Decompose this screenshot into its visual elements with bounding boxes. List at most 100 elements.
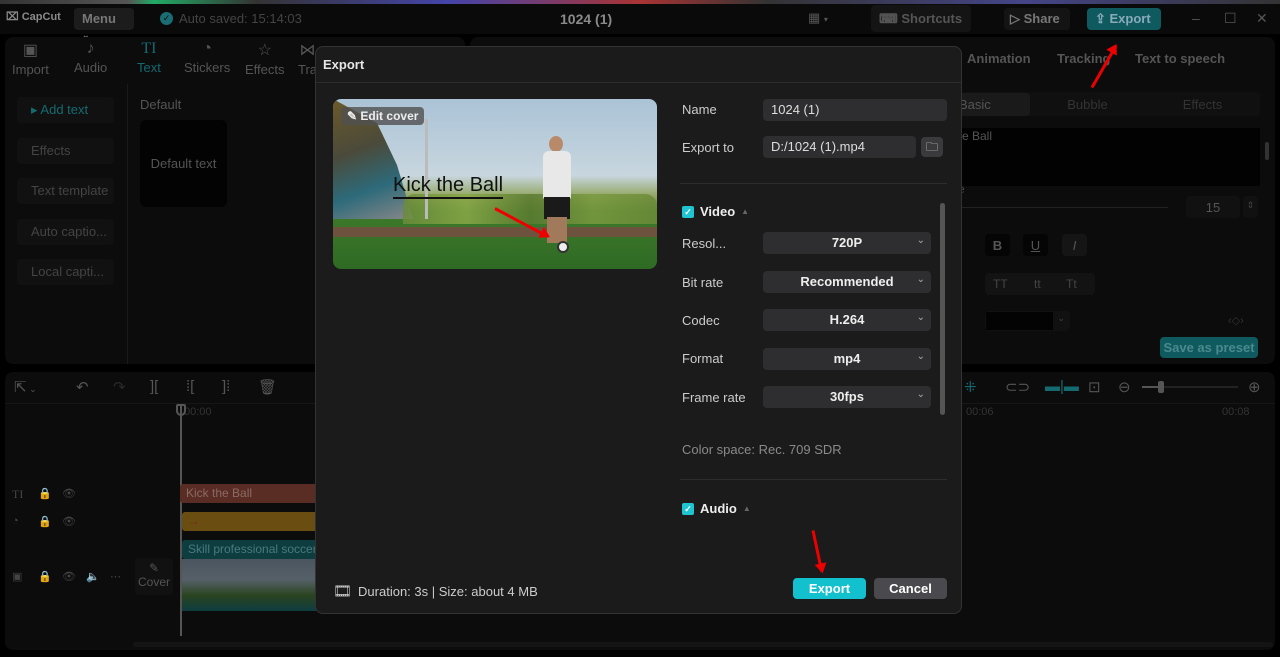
audio-section-header[interactable]: ✓ Audio ▲: [682, 501, 751, 516]
video-checkbox[interactable]: ✓: [682, 205, 694, 218]
export-top-button[interactable]: ⇪ Export: [1087, 8, 1161, 30]
framerate-label: Frame rate: [682, 390, 746, 405]
panel-divider: [127, 84, 128, 364]
audio-checkbox[interactable]: ✓: [682, 502, 694, 515]
underline-button[interactable]: U: [1023, 234, 1048, 256]
layout-icon[interactable]: ▦ ▾: [808, 10, 828, 26]
close-button[interactable]: ✕: [1256, 10, 1268, 27]
export-path-input[interactable]: D:/1024 (1).mp4: [763, 136, 916, 158]
redo-icon[interactable]: ↷: [113, 378, 126, 396]
zoom-in-icon[interactable]: ⊕: [1248, 378, 1261, 396]
eye-icon[interactable]: 👁: [62, 570, 76, 583]
color-picker[interactable]: ⌄: [985, 311, 1070, 331]
bitrate-label: Bit rate: [682, 275, 724, 290]
sidebar-item-auto-captions[interactable]: Auto captio...: [17, 219, 114, 245]
sidebar-item-add-text[interactable]: ▸ Add text: [17, 97, 114, 123]
zoom-out-icon[interactable]: ⊖: [1118, 378, 1131, 396]
sidebar-item-text-template[interactable]: Text template: [17, 178, 114, 204]
maximize-button[interactable]: ☐: [1224, 10, 1237, 27]
tool-effects[interactable]: ☆ Effects: [245, 40, 285, 77]
uppercase-button[interactable]: TT: [993, 277, 1008, 291]
shortcuts-button[interactable]: ⌨ Shortcuts: [871, 5, 971, 32]
codec-select[interactable]: H.264 ⌄: [763, 309, 931, 331]
share-icon: ▷: [1010, 11, 1024, 26]
italic-button[interactable]: I: [1062, 234, 1087, 256]
timeline-scrollbar[interactable]: [133, 642, 1273, 647]
resolution-select[interactable]: 720P ⌄: [763, 232, 931, 254]
properties-scrollbar[interactable]: [1265, 142, 1269, 160]
menu-button[interactable]: Menu ⌄: [74, 8, 134, 40]
time-marker-start: 00:00: [184, 406, 212, 418]
tab-animation[interactable]: Animation: [967, 51, 1031, 66]
lock-icon[interactable]: 🔒: [38, 570, 52, 583]
fit-timeline-icon[interactable]: ⊡: [1088, 378, 1101, 396]
folder-icon[interactable]: 🗀: [921, 137, 943, 157]
subtab-bubble[interactable]: Bubble: [1040, 93, 1135, 116]
stepper-icon[interactable]: ⇕: [1243, 196, 1258, 218]
lowercase-button[interactable]: tt: [1034, 277, 1041, 291]
volume-icon[interactable]: 🔈: [86, 570, 100, 583]
link-icon[interactable]: ⊂⊃: [1005, 378, 1030, 396]
titlecase-button[interactable]: Tt: [1066, 277, 1077, 291]
tool-text[interactable]: TI Text: [137, 40, 161, 75]
tool-audio[interactable]: ♪ Audio: [74, 40, 107, 75]
text-clip[interactable]: Kick the Ball: [180, 484, 320, 503]
framerate-select[interactable]: 30fps ⌄: [763, 386, 931, 408]
edit-cover-button[interactable]: ✎ Edit cover: [341, 107, 425, 125]
undo-icon[interactable]: ↶: [76, 378, 89, 396]
sidebar-item-local-captions[interactable]: Local capti...: [17, 259, 114, 285]
text-content-input[interactable]: e Ball: [950, 128, 1260, 186]
bold-button[interactable]: B: [985, 234, 1010, 256]
lock-icon[interactable]: 🔒: [38, 515, 52, 528]
subtab-effects[interactable]: Effects: [1155, 93, 1250, 116]
autosave-status: ✓ Auto saved: 15:14:03: [160, 11, 302, 26]
zoom-slider[interactable]: [1142, 381, 1238, 393]
chevron-down-icon: ⌄: [1057, 313, 1065, 323]
split-left-icon[interactable]: ⁞[: [186, 378, 194, 395]
tool-stickers[interactable]: ◔ Stickers: [184, 40, 230, 75]
text-icon: TI: [141, 40, 157, 57]
tab-text-to-speech[interactable]: Text to speech: [1135, 51, 1225, 66]
tool-import[interactable]: ▣ Import: [12, 40, 49, 77]
keyframe-icon[interactable]: ‹◇›: [1228, 314, 1244, 327]
lock-icon[interactable]: 🔒: [38, 487, 52, 500]
cover-preview[interactable]: Kick the Ball ✎ Edit cover: [333, 99, 657, 269]
soccer-ball: [557, 241, 569, 253]
video-clip-label[interactable]: Skill professional soccer: [182, 540, 320, 559]
save-preset-button[interactable]: Save as preset: [1160, 337, 1258, 358]
select-tool-icon[interactable]: ⇱ ⌄: [14, 378, 37, 396]
resolution-label: Resol...: [682, 236, 727, 251]
sidebar-item-effects[interactable]: Effects: [17, 138, 114, 164]
export-button[interactable]: Export: [793, 578, 866, 599]
subtab-basic[interactable]: Basic: [950, 93, 1030, 116]
split-icon[interactable]: ][: [150, 378, 158, 395]
video-clip-thumbnails[interactable]: [182, 559, 320, 611]
eye-icon[interactable]: 👁: [62, 487, 76, 500]
upload-icon: ⇪: [1095, 11, 1110, 26]
name-input[interactable]: 1024 (1): [763, 99, 947, 121]
minimize-button[interactable]: –: [1192, 10, 1200, 26]
eye-icon[interactable]: 👁: [62, 515, 76, 528]
default-text-card[interactable]: Default text: [140, 120, 227, 207]
magnet-icon[interactable]: ⁜: [964, 378, 977, 396]
project-title: 1024 (1): [560, 11, 613, 27]
share-button[interactable]: ▷ Share: [1004, 8, 1070, 30]
video-section-header[interactable]: ✓ Video ▲: [682, 204, 749, 219]
chevron-down-icon: ⌄: [916, 351, 925, 362]
pencil-icon: ✎: [347, 109, 361, 123]
preview-axis-icon[interactable]: ▬|▬: [1045, 378, 1079, 395]
font-size-input[interactable]: 15: [1186, 196, 1240, 218]
bitrate-select[interactable]: Recommended ⌄: [763, 271, 931, 293]
cancel-button[interactable]: Cancel: [874, 578, 947, 599]
cover-button[interactable]: ✎ Cover: [135, 558, 173, 595]
format-select[interactable]: mp4 ⌄: [763, 348, 931, 370]
font-size-slider[interactable]: [960, 207, 1168, 208]
player-head: [549, 136, 563, 152]
delete-icon[interactable]: 🗑: [258, 378, 277, 396]
more-icon[interactable]: ⋯: [110, 570, 121, 583]
export-to-label: Export to: [682, 140, 735, 155]
settings-scrollbar[interactable]: [940, 203, 945, 415]
split-right-icon[interactable]: ]⁞: [222, 378, 230, 395]
chevron-down-icon: ⌄: [916, 389, 925, 400]
sticker-clip[interactable]: →: [182, 512, 320, 531]
